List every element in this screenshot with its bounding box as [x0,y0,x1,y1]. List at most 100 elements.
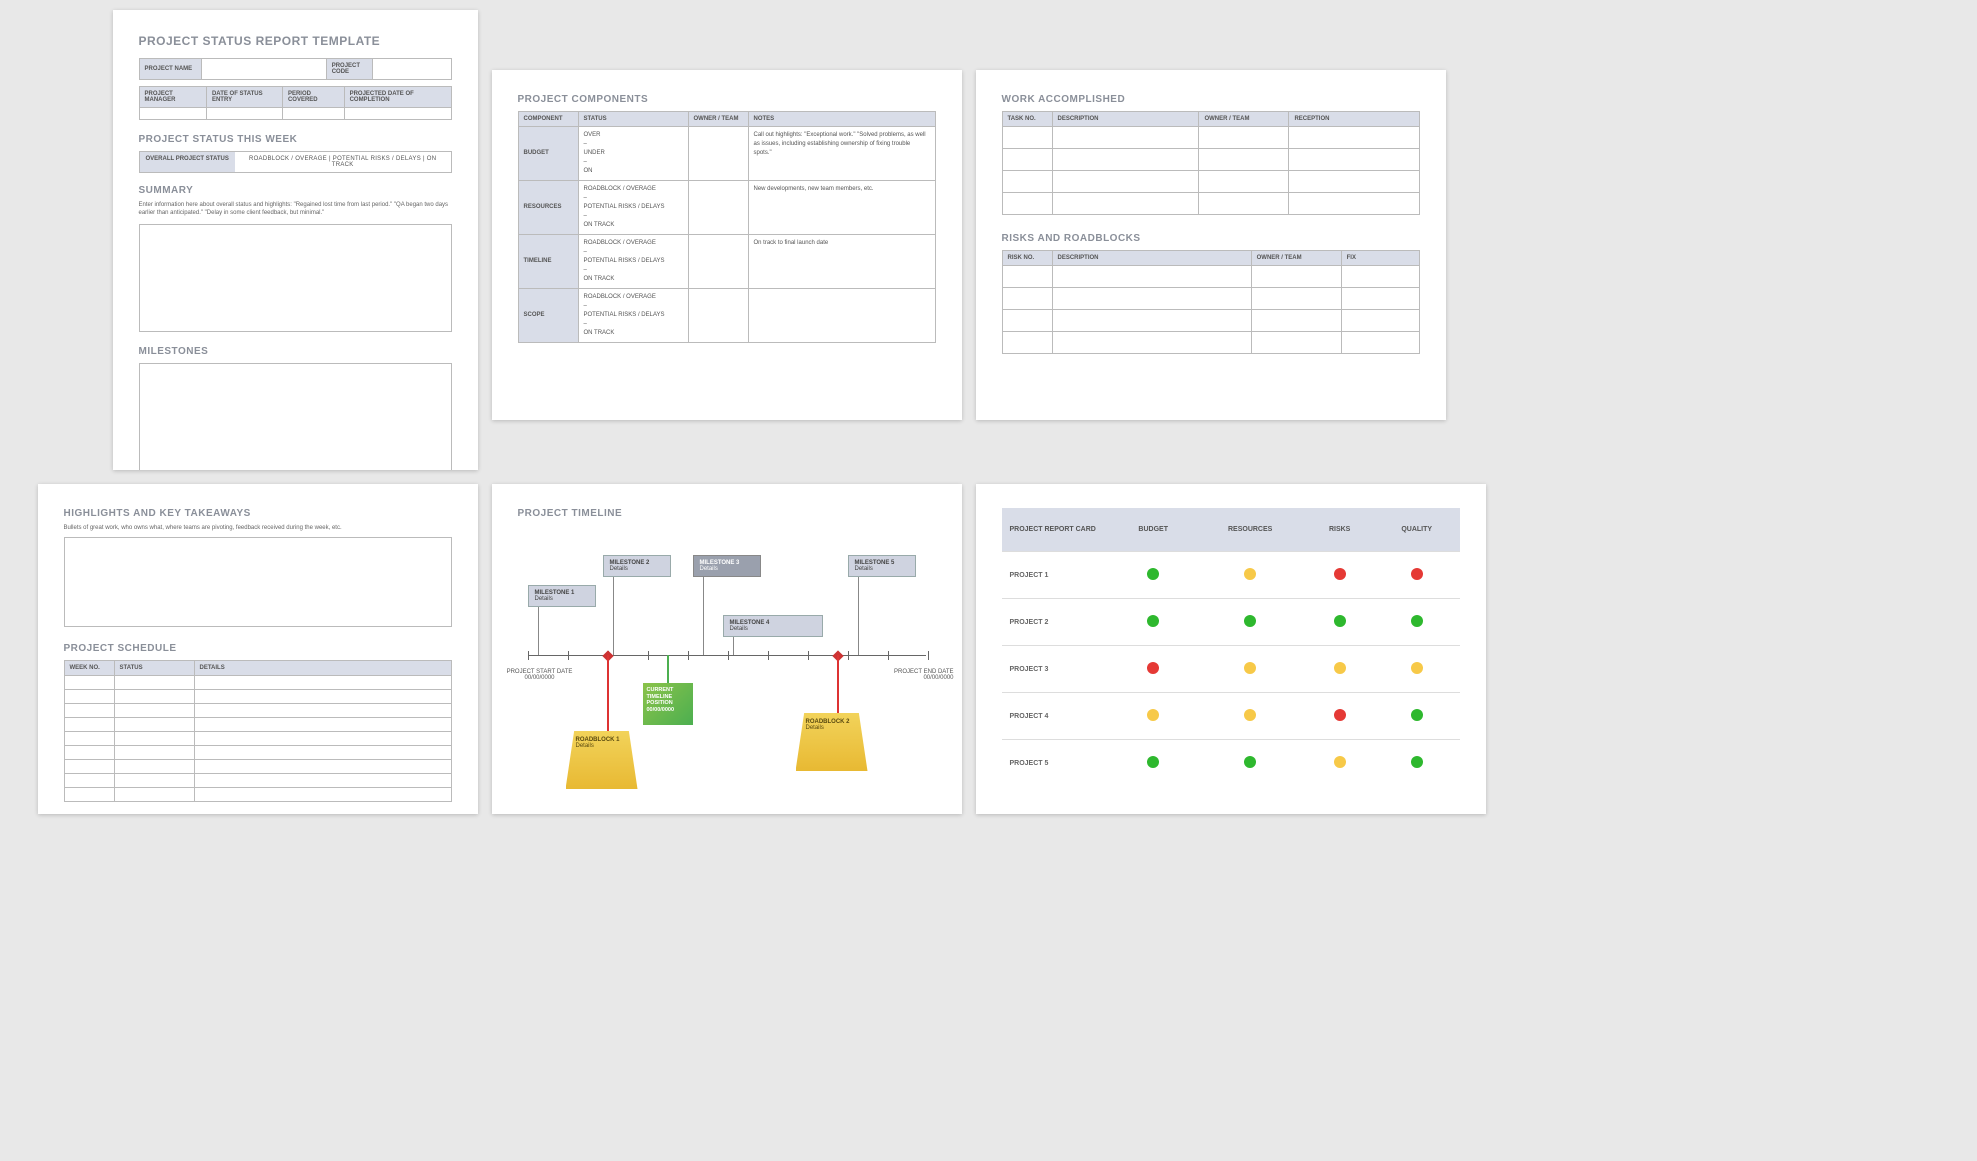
rr-row[interactable] [1002,266,1419,288]
rc-row-3-name: PROJECT 3 [1002,646,1112,693]
page-highlights-schedule: HIGHLIGHTS AND KEY TAKEAWAYS Bullets of … [38,484,478,814]
header-table-2: PROJECT MANAGER DATE OF STATUS ENTRY PER… [139,86,452,120]
status-dot-green [1411,709,1423,721]
tick [528,651,529,660]
sched-row[interactable] [64,690,451,704]
rowhead-resources: RESOURCES [518,181,578,235]
owner-timeline[interactable] [688,235,748,289]
notes-resources[interactable]: New developments, new team members, etc. [748,181,935,235]
tick [768,651,769,660]
field-period[interactable] [282,108,344,120]
notes-scope[interactable] [748,289,935,343]
sched-row[interactable] [64,732,451,746]
milestone-2-details: Details [610,566,664,572]
status-dot-yellow [1244,709,1256,721]
cur-l3: POSITION [647,700,689,707]
header-period: PERIOD COVERED [282,87,344,108]
report-card-table: PROJECT REPORT CARD BUDGET RESOURCES RIS… [1002,508,1460,786]
status-scope[interactable]: ROADBLOCK / OVERAGE – POTENTIAL RISKS / … [578,289,688,343]
label-project-name: PROJECT NAME [139,59,201,80]
status-dot-yellow [1244,568,1256,580]
wa-row[interactable] [1002,171,1419,193]
wa-row[interactable] [1002,127,1419,149]
header-date-entry: DATE OF STATUS ENTRY [206,87,282,108]
owner-budget[interactable] [688,127,748,181]
status-dot-yellow [1334,756,1346,768]
risks-roadblocks-title: RISKS AND ROADBLOCKS [1002,233,1420,244]
milestones-box[interactable] [139,363,452,470]
status-resources[interactable]: ROADBLOCK / OVERAGE – POTENTIAL RISKS / … [578,181,688,235]
th-owner: OWNER / TEAM [688,112,748,127]
rr-h1: RISK NO. [1002,251,1052,266]
status-dot-red [1334,568,1346,580]
field-date-entry[interactable] [206,108,282,120]
status-dot-yellow [1244,662,1256,674]
notes-timeline[interactable]: On track to final launch date [748,235,935,289]
cur-l2: TIMELINE [647,694,689,701]
cur-l1: CURRENT [647,687,689,694]
status-dot-green [1411,756,1423,768]
start-date-label: PROJECT START DATE 00/00/0000 [500,669,580,681]
field-projected-date[interactable] [344,108,451,120]
rc-row-3: PROJECT 3 [1002,646,1460,693]
rr-h2: DESCRIPTION [1052,251,1251,266]
sched-row[interactable] [64,788,451,802]
sched-row[interactable] [64,746,451,760]
sched-row[interactable] [64,704,451,718]
rc-h0-text: PROJECT REPORT CARD [1010,526,1096,533]
sched-h2: STATUS [114,661,194,676]
sched-row[interactable] [64,760,451,774]
sched-row[interactable] [64,774,451,788]
rr-h4: FIX [1341,251,1419,266]
tick [688,651,689,660]
rc-row-4-name: PROJECT 4 [1002,693,1112,740]
rc-row-2-name: PROJECT 2 [1002,599,1112,646]
rc-h3: RISKS [1305,508,1373,552]
status-week-title: PROJECT STATUS THIS WEEK [139,134,452,145]
sched-row[interactable] [64,718,451,732]
wa-row[interactable] [1002,193,1419,215]
status-budget[interactable]: OVER – UNDER – ON [578,127,688,181]
th-status: STATUS [578,112,688,127]
status-row: OVERALL PROJECT STATUS ROADBLOCK / OVERA… [139,151,452,173]
field-pm[interactable] [139,108,206,120]
status-dot-green [1334,615,1346,627]
sched-row[interactable] [64,676,451,690]
rc-row-5-name: PROJECT 5 [1002,740,1112,787]
header-pm: PROJECT MANAGER [139,87,206,108]
milestone-4-box: MILESTONE 4 Details [723,615,823,637]
tick [808,651,809,660]
page-work-risks: WORK ACCOMPLISHED TASK NO. DESCRIPTION O… [976,70,1446,420]
milestone-5-details: Details [855,566,909,572]
rr-row[interactable] [1002,310,1419,332]
milestone-3-box: MILESTONE 3 Details [693,555,761,577]
milestone-5-box: MILESTONE 5 Details [848,555,916,577]
field-project-name[interactable] [201,59,326,80]
milestone-3-details: Details [700,566,754,572]
cur-l4: 00/00/0000 [647,707,689,714]
milestone-2-box: MILESTONE 2 Details [603,555,671,577]
wa-row[interactable] [1002,149,1419,171]
tick [648,651,649,660]
rowhead-budget: BUDGET [518,127,578,181]
owner-scope[interactable] [688,289,748,343]
rc-h0: PROJECT REPORT CARD [1002,508,1112,552]
current-stem [667,655,669,685]
milestone-1-details: Details [535,596,589,602]
owner-resources[interactable] [688,181,748,235]
status-timeline[interactable]: ROADBLOCK / OVERAGE – POTENTIAL RISKS / … [578,235,688,289]
rr-row[interactable] [1002,332,1419,354]
tick [848,651,849,660]
rr-row[interactable] [1002,288,1419,310]
work-accomplished-title: WORK ACCOMPLISHED [1002,94,1420,105]
stem [703,577,704,655]
summary-box[interactable] [139,224,452,332]
rc-row-1: PROJECT 1 [1002,552,1460,599]
rc-row-2: PROJECT 2 [1002,599,1460,646]
notes-budget[interactable]: Call out highlights: "Exceptional work."… [748,127,935,181]
rc-h4: QUALITY [1374,508,1460,552]
header-projected-date: PROJECTED DATE OF COMPLETION [344,87,451,108]
highlights-box[interactable] [64,537,452,627]
field-project-code[interactable] [373,59,451,80]
milestones-title: MILESTONES [139,346,452,357]
